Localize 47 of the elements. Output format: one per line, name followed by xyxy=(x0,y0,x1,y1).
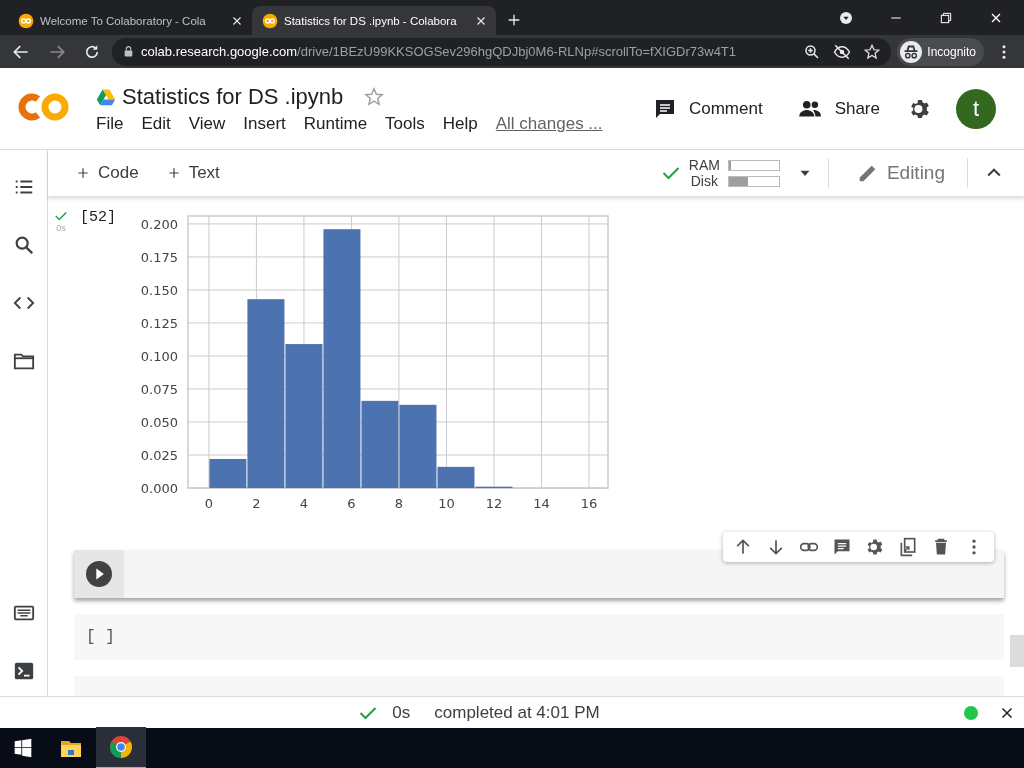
add-cell-button[interactable]: Text xyxy=(160,162,226,184)
y-tick-label: 0.100 xyxy=(140,348,178,364)
resource-label: RAM xyxy=(688,157,720,173)
x-tick-label: 10 xyxy=(438,496,455,511)
y-tick-label: 0.075 xyxy=(140,381,178,397)
editing-mode-button[interactable]: Editing xyxy=(850,161,951,185)
execution-count: [ ] xyxy=(86,628,115,646)
address-bar[interactable]: colab.research.google.com/drive/1BEzU99KKSOGSev296hgQDJbj0M6-RLNp#scrollTo=fXIGDr73w4T1 xyxy=(112,37,892,66)
resource-label: Disk xyxy=(690,173,718,189)
avatar[interactable]: t xyxy=(956,88,996,129)
menu-item[interactable]: View xyxy=(188,113,226,134)
save-status-link[interactable]: All changes ... xyxy=(495,113,603,134)
x-tick-label: 8 xyxy=(394,496,404,511)
notebook-title[interactable]: Statistics for DS .ipynb xyxy=(122,83,344,110)
y-tick-label: 0.200 xyxy=(140,216,178,232)
x-tick-label: 6 xyxy=(347,496,356,511)
x-tick-label: 16 xyxy=(580,496,598,511)
execution-time: 0s xyxy=(56,223,66,233)
incognito-chip[interactable]: Incognito xyxy=(897,37,984,66)
y-tick-label: 0.125 xyxy=(140,315,178,331)
x-tick-label: 2 xyxy=(252,496,261,511)
add-cell-button[interactable]: Code xyxy=(70,162,145,184)
resources-indicator[interactable]: RAM Disk xyxy=(660,157,780,189)
execution-count: [52] xyxy=(80,209,116,227)
menu-item[interactable]: Insert xyxy=(243,113,286,134)
browser-tab[interactable]: Welcome To Colaboratory - Cola xyxy=(8,6,252,35)
menu-item[interactable]: Tools xyxy=(385,113,425,134)
y-tick-label: 0.025 xyxy=(140,448,178,463)
x-tick-label: 14 xyxy=(533,496,550,511)
browser-tab[interactable]: Statistics for DS .ipynb - Colabora xyxy=(252,6,496,35)
code-cell[interactable]: [ ] xyxy=(74,613,1004,661)
menu-item[interactable]: Runtime xyxy=(303,113,368,134)
y-tick-label: 0.050 xyxy=(140,415,178,430)
y-tick-label: 0.150 xyxy=(140,282,178,298)
y-tick-label: 0.175 xyxy=(140,249,178,265)
menu-item[interactable]: Edit xyxy=(141,113,171,134)
comment-button[interactable]: Comment xyxy=(646,90,769,127)
y-tick-label: 0.000 xyxy=(140,481,178,496)
x-tick-label: 12 xyxy=(485,496,503,511)
execution-time: 0s xyxy=(392,702,411,723)
share-button[interactable]: Share xyxy=(790,89,886,128)
x-tick-label: 0 xyxy=(204,496,214,511)
url-text: colab.research.google.com/drive/1BEzU99KKSOGSev296hgQDJbj0M6-RLNp#scrollTo=fXIGDr73w4T1 xyxy=(141,44,737,59)
menu-item[interactable]: Help xyxy=(442,113,478,134)
status-message: completed at 4:01 PM xyxy=(434,702,600,723)
menu-item[interactable]: File xyxy=(96,113,124,134)
x-tick-label: 4 xyxy=(299,496,309,511)
